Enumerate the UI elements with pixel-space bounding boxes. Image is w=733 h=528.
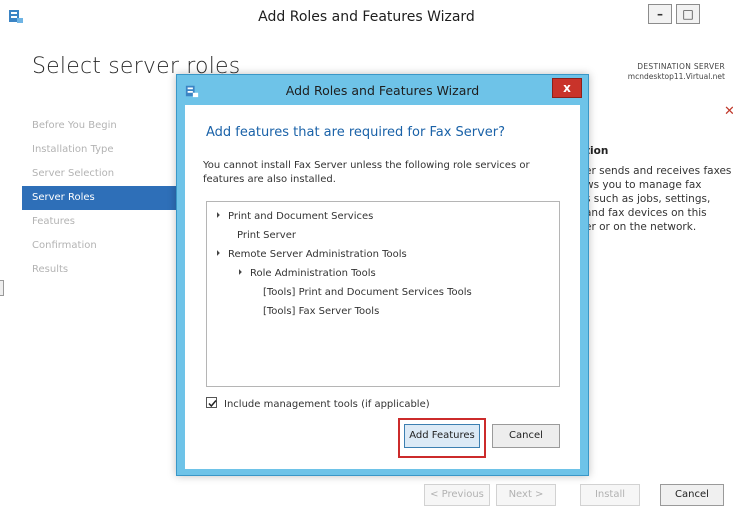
close-button[interactable]: x (552, 78, 582, 98)
nav-item-results[interactable]: Results (22, 258, 182, 282)
expand-arrow-icon[interactable] (214, 250, 220, 256)
required-features-tree[interactable]: Print and Document Services Print Server… (206, 201, 560, 387)
install-button[interactable]: Install (580, 484, 640, 506)
include-tools-option[interactable]: Include management tools (if applicable) (206, 397, 430, 412)
minimize-button[interactable]: – (648, 4, 672, 24)
nav-item-server-roles[interactable]: Server Roles (22, 186, 182, 210)
expand-arrow-icon[interactable] (214, 212, 220, 218)
dialog-heading: Add features that are required for Fax S… (206, 125, 506, 140)
nav-item-features[interactable]: Features (22, 210, 182, 234)
tree-item[interactable]: [Tools] Print and Document Services Tool… (263, 286, 472, 300)
dialog-titlebar[interactable]: Add Roles and Features Wizard x (177, 75, 588, 105)
tree-item[interactable]: Role Administration Tools (236, 267, 376, 281)
maximize-button[interactable]: □ (676, 4, 700, 24)
nav-item-before-you-begin[interactable]: Before You Begin (22, 114, 182, 138)
dialog-title: Add Roles and Features Wizard (285, 83, 480, 98)
nav-item-server-selection[interactable]: Server Selection (22, 162, 182, 186)
tree-item[interactable]: Print and Document Services (214, 210, 373, 224)
dialog-cancel-button[interactable]: Cancel (492, 424, 560, 448)
add-features-dialog: Add Roles and Features Wizard x Add feat… (176, 74, 589, 476)
tree-item[interactable]: [Tools] Fax Server Tools (263, 305, 379, 319)
wizard-nav: Before You Begin Installation Type Serve… (22, 114, 182, 282)
dialog-message: You cannot install Fax Server unless the… (203, 160, 530, 185)
previous-button[interactable]: < Previous (424, 484, 490, 506)
nav-item-installation-type[interactable]: Installation Type (22, 138, 182, 162)
destination-server-label: DESTINATION SERVER (637, 62, 725, 71)
include-tools-checkbox[interactable] (206, 397, 217, 408)
nav-item-confirmation[interactable]: Confirmation (22, 234, 182, 258)
add-features-button[interactable]: Add Features (404, 424, 480, 448)
tree-item[interactable]: Print Server (237, 229, 296, 243)
destination-server-name: mcndesktop11.Virtual.net (627, 72, 725, 81)
tree-item[interactable]: Remote Server Administration Tools (214, 248, 407, 262)
include-tools-label: Include management tools (if applicable) (224, 399, 430, 410)
expand-arrow-icon[interactable] (236, 269, 242, 275)
description-text: er sends and receives faxes ws you to man… (585, 165, 732, 233)
window-titlebar[interactable]: Add Roles and Features Wizard – □ (0, 0, 733, 36)
next-button[interactable]: Next > (496, 484, 556, 506)
cancel-button[interactable]: Cancel (660, 484, 724, 506)
error-x-icon[interactable]: ✕ (724, 104, 733, 119)
edge-scroll-mark (0, 280, 4, 296)
dialog-body: Add features that are required for Fax S… (185, 105, 580, 469)
window-title: Add Roles and Features Wizard (258, 9, 475, 25)
